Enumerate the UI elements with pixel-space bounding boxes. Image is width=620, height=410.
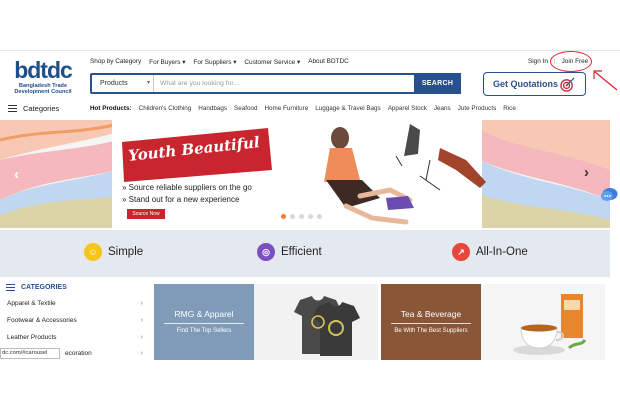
promo-text: RMG & Apparel Find The Top Sellers	[154, 309, 254, 336]
logo-subtitle-line-2: Development Council	[14, 89, 72, 96]
page: bdtdc Bangladesh Trade Development Counc…	[0, 0, 620, 410]
search-bar: Products ▾	[90, 73, 460, 94]
smile-icon: ☺	[84, 243, 102, 261]
hot-product-link[interactable]: Seafood	[234, 105, 257, 112]
search-button[interactable]: SEARCH	[414, 73, 461, 94]
feature-label: All-In-One	[476, 246, 528, 258]
get-quotations-button[interactable]: Get Quotations	[483, 72, 586, 96]
chart-icon: ↗	[452, 243, 470, 261]
search-input[interactable]	[154, 75, 458, 92]
hero-carousel[interactable]	[0, 120, 610, 228]
top-nav: Shop by Category For Buyers ▾ For Suppli…	[90, 58, 349, 70]
status-bar-url: dc.com/#carousel	[0, 348, 60, 359]
sidebar-item-leather[interactable]: Leather Products ›	[7, 334, 143, 341]
sidebar-title-label: CATEGORIES	[21, 284, 67, 291]
annotation-arrow	[593, 70, 618, 91]
sign-in-link[interactable]: Sign In	[528, 58, 548, 65]
feature-label: Simple	[108, 246, 144, 258]
tea-image	[513, 294, 587, 355]
logo-text: bdtdc	[14, 58, 73, 82]
site-logo[interactable]: bdtdc Bangladesh Trade Development Counc…	[4, 58, 82, 104]
target-icon: ◎	[257, 243, 275, 261]
carousel-prev-icon[interactable]: ‹	[14, 166, 19, 183]
carousel-dots	[281, 214, 322, 219]
search-category-value: Products	[100, 80, 128, 87]
carousel-dot[interactable]	[290, 214, 295, 219]
sidebar-item-label: Footwear & Accessories	[7, 317, 77, 324]
hot-product-link[interactable]: Home Furniture	[264, 105, 308, 112]
promo-title: RMG & Apparel	[164, 309, 244, 324]
tshirt-image	[294, 296, 360, 356]
categories-toggle[interactable]: Categories	[8, 104, 59, 113]
annotation-circle	[550, 51, 592, 72]
hot-product-link[interactable]: Apparel Stock	[388, 105, 427, 112]
promo-subtitle: Find The Top Sellers	[176, 328, 232, 334]
hot-products: Hot Products: Children's Clothing Handba…	[90, 105, 516, 112]
chevron-right-icon: ›	[140, 350, 143, 357]
sidebar-title: CATEGORIES	[6, 284, 67, 291]
nav-customer-service[interactable]: Customer Service ▾	[244, 58, 300, 70]
nav-for-suppliers[interactable]: For Suppliers ▾	[193, 58, 236, 70]
carousel-dot[interactable]	[308, 214, 313, 219]
source-now-button[interactable]: Source Now	[127, 209, 165, 219]
hot-product-link[interactable]: Luggage & Travel Bags	[315, 105, 380, 112]
logo-subtitle: Bangladesh Trade Development Council	[4, 83, 82, 96]
feature-all-in-one: ↗ All-In-One	[452, 243, 528, 261]
promo-tea-beverage[interactable]: Tea & Beverage Be With The Best Supplier…	[381, 284, 605, 360]
nav-for-buyers[interactable]: For Buyers ▾	[149, 58, 185, 70]
hot-product-link[interactable]: Jeans	[434, 105, 451, 112]
banner-line-1: » Source reliable suppliers on the go	[122, 183, 252, 192]
nav-shop-by-category[interactable]: Shop by Category	[90, 58, 141, 70]
search-category-select[interactable]: Products ▾	[92, 75, 154, 92]
banner-artwork	[0, 120, 610, 228]
feature-label: Efficient	[281, 246, 322, 258]
carousel-dot[interactable]	[299, 214, 304, 219]
feature-efficient: ◎ Efficient	[257, 243, 322, 261]
hot-products-title: Hot Products:	[90, 105, 132, 112]
get-quotations-label: Get Quotations	[493, 79, 558, 89]
hot-product-link[interactable]: Rice	[503, 105, 516, 112]
menu-icon	[8, 105, 17, 112]
logo-mark: bdtdc	[14, 58, 74, 82]
sidebar-item-apparel[interactable]: Apparel & Textile ›	[7, 300, 143, 307]
hot-product-link[interactable]: Handbags	[198, 105, 227, 112]
chat-icon[interactable]	[600, 186, 618, 204]
hot-product-link[interactable]: Children's Clothing	[139, 105, 192, 112]
feature-simple: ☺ Simple	[84, 243, 143, 261]
promo-rmg-apparel[interactable]: RMG & Apparel Find The Top Sellers	[154, 284, 378, 360]
top-divider	[0, 50, 620, 51]
promo-text: Tea & Beverage Be With The Best Supplier…	[381, 309, 481, 336]
chevron-down-icon: ▾	[146, 80, 150, 86]
promo-title: Tea & Beverage	[391, 309, 471, 324]
hot-product-link[interactable]: Jute Products	[458, 105, 497, 112]
carousel-dot[interactable]	[317, 214, 322, 219]
carousel-next-icon[interactable]: ›	[584, 164, 589, 181]
promo-subtitle: Be With The Best Suppliers	[394, 328, 468, 334]
sidebar-item-label: Apparel & Textile	[7, 300, 56, 307]
chevron-right-icon: ›	[140, 317, 143, 324]
target-dart-icon	[560, 77, 575, 92]
sidebar-item-label: Leather Products	[7, 334, 57, 341]
chevron-right-icon: ›	[140, 334, 143, 341]
nav-about[interactable]: About BDTDC	[308, 58, 349, 70]
chevron-right-icon: ›	[140, 300, 143, 307]
carousel-dot[interactable]	[281, 214, 286, 219]
sidebar-item-footwear[interactable]: Footwear & Accessories ›	[7, 317, 143, 324]
categories-toggle-label: Categories	[23, 104, 60, 113]
banner-line-2: » Stand out for a new experience	[122, 195, 240, 204]
menu-icon	[6, 284, 15, 291]
